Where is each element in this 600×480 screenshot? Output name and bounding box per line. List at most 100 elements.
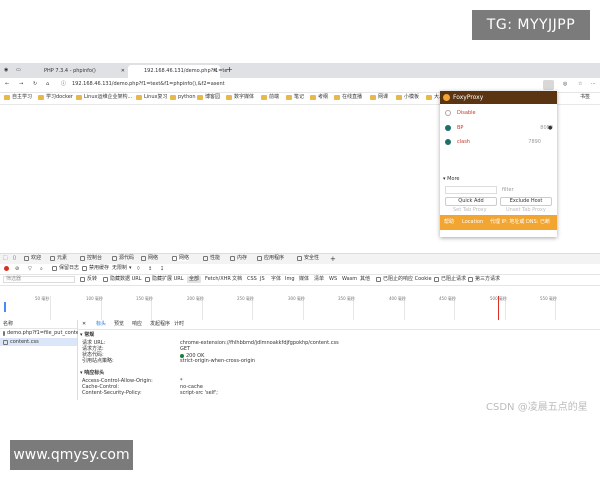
home-icon[interactable]: ⌂ [46,82,49,87]
detail-tab-headers[interactable]: 标头 [96,322,106,327]
preserve-log-checkbox[interactable]: 保留日志 [52,266,79,271]
type-chip-wasm[interactable]: Wasm [340,276,359,283]
extensions-icon[interactable]: ◎ [563,82,567,87]
bookmark-item[interactable]: 考纲 [310,95,328,100]
list-item[interactable]: demo.php?f1=file_put_content... [0,329,89,337]
more-toggle[interactable]: ▾ More [443,177,460,182]
devtools-tab-console[interactable]: 控制台 [80,256,102,261]
type-chip-media[interactable]: 媒体 [297,276,311,283]
bookmark-item[interactable]: 小模板 [396,95,419,100]
hide-data-url-checkbox[interactable]: 隐藏数据 URL [103,277,142,282]
devtools-tab-security[interactable]: 安全性 [297,256,319,261]
record-icon[interactable] [4,266,9,271]
url-input[interactable]: 192.168.46.131/demo.php?f1=text&f1=phpin… [72,82,225,87]
type-chip-ws[interactable]: WS [327,276,339,283]
close-icon[interactable]: ✕ [82,322,86,327]
menu-icon[interactable]: ⋯ [591,82,596,87]
bookmark-item[interactable]: 学习docker [38,95,73,100]
type-chip-other[interactable]: 其他 [358,276,372,283]
general-section-title[interactable]: ▾ 常规 [80,333,94,338]
detail-tab-timing[interactable]: 计时 [174,322,184,327]
type-chip-img[interactable]: Img [283,276,297,283]
response-section-title[interactable]: ▾ 响应标头 [80,371,104,376]
blocked-requests-checkbox[interactable]: 已阻止请求 [434,277,466,282]
bookmark-item[interactable]: 前端 [261,95,279,100]
unset-tab-proxy-button[interactable]: Unset Tab Proxy [506,208,546,213]
detail-tab-initiator[interactable]: 发起程序 [150,322,170,327]
close-icon[interactable]: ✕ [121,69,125,74]
quick-add-button[interactable]: Quick Add [445,197,497,206]
type-chip-css[interactable]: CSS [245,276,259,283]
detail-tab-preview[interactable]: 预览 [114,322,124,327]
tab-phpinfo[interactable]: PHP 7.3.4 - phpinfo() ✕ [28,65,128,78]
tab-actions-icon[interactable]: ▭ [16,68,21,73]
devtools-tab-network-active[interactable]: 网络 [172,256,190,261]
profile-icon[interactable]: ◉ [4,68,8,73]
bookmark-item[interactable]: 自主学习 [4,95,32,100]
forward-icon[interactable]: → [19,82,23,87]
disable-cache-checkbox[interactable]: 禁用缓存 [82,266,109,271]
elements-icon [50,256,55,261]
search-icon[interactable]: ⌕ [40,267,43,272]
checkbox-icon [82,266,87,271]
devtools-tab-elements[interactable]: 元素 [50,256,67,261]
clear-icon[interactable]: ⊘ [15,267,19,272]
blocked-cookies-checkbox[interactable]: 已阻止的响应 Cookie [376,277,432,282]
tab-demo[interactable]: 192.168.46.131/demo.php?f1=te ✕ [128,65,227,78]
chevron-down-icon: ▾ [129,265,132,271]
bookmark-item[interactable]: 数字媒体 [226,95,254,100]
filter-input[interactable]: 筛选器 [3,276,75,283]
help-link[interactable]: 帮助 [444,220,454,225]
set-tab-proxy-button[interactable]: Set Tab Proxy [453,208,487,213]
hide-extension-url-checkbox[interactable]: 隐藏扩展 URL [145,277,184,282]
devtools-tab-welcome[interactable]: 欢迎 [24,256,41,261]
back-icon[interactable]: ← [5,82,9,87]
folder-icon [286,95,292,100]
list-item-selected[interactable]: content.css [0,338,77,346]
timeline-tick-label: 150 毫秒 [136,296,153,301]
devtools-tab-application[interactable]: 应用程序 [257,256,284,261]
inspect-icon[interactable]: ⬚ [3,256,8,261]
devtools-tab-memory[interactable]: 内存 [230,256,247,261]
bookmark-item[interactable]: 网课 [370,95,388,100]
type-chip-doc[interactable]: 文档 [230,276,244,283]
bookmark-item[interactable]: 在线直播 [334,95,362,100]
import-icon[interactable]: ↥ [148,267,152,272]
bookmark-item[interactable]: python [170,95,196,100]
close-icon[interactable]: ✕ [213,69,217,74]
foxyproxy-toolbar-button[interactable] [543,80,554,90]
favorites-icon[interactable]: ☆ [578,82,582,87]
location-link[interactable]: Location [462,220,483,225]
devtools-tab-network[interactable]: 网络 [141,256,158,261]
throttling-select[interactable]: 无限制 ▾ [112,266,132,271]
bookmark-item[interactable]: 笔记 [286,95,304,100]
device-icon[interactable]: ▯ [13,256,16,261]
type-chip-xhr[interactable]: Fetch/XHR [203,276,233,283]
devtools-tab-sources[interactable]: 源代码 [112,256,134,261]
proxy-option-clash[interactable]: clash 7890 [445,139,541,145]
disable-option[interactable]: Disable [445,110,476,116]
proxy-option-bp[interactable]: BP 8080 [445,125,553,131]
type-chip-font[interactable]: 字体 [269,276,283,283]
bookmark-item[interactable]: Linux复习 [136,95,167,100]
reload-icon[interactable]: ↻ [33,82,37,87]
filter-select[interactable] [445,186,497,194]
type-chip-all[interactable]: 全部 [187,276,202,283]
third-party-checkbox[interactable]: 第三方请求 [468,277,500,282]
detail-tab-response[interactable]: 响应 [132,322,142,327]
folder-icon [76,95,82,100]
devtools-tab-performance[interactable]: 性能 [203,256,220,261]
bookmark-item[interactable]: Linux运维企业架构... [76,95,132,100]
new-tab-button[interactable]: + [226,66,233,74]
bookmark-item[interactable]: 博客园 [197,95,220,100]
wifi-icon[interactable]: ⌔ [136,267,141,272]
type-chip-manifest[interactable]: 清单 [312,276,326,283]
bookmark-item-right[interactable]: 书签 [580,95,590,100]
invert-checkbox[interactable]: 反转 [80,277,97,282]
filter-icon[interactable]: ▽ [28,267,32,272]
more-tabs-button[interactable]: + [330,256,336,263]
exclude-host-button[interactable]: Exclude Host [500,197,552,206]
export-icon[interactable]: ↧ [160,267,164,272]
folder-icon [396,95,402,100]
type-chip-js[interactable]: JS [258,276,267,283]
